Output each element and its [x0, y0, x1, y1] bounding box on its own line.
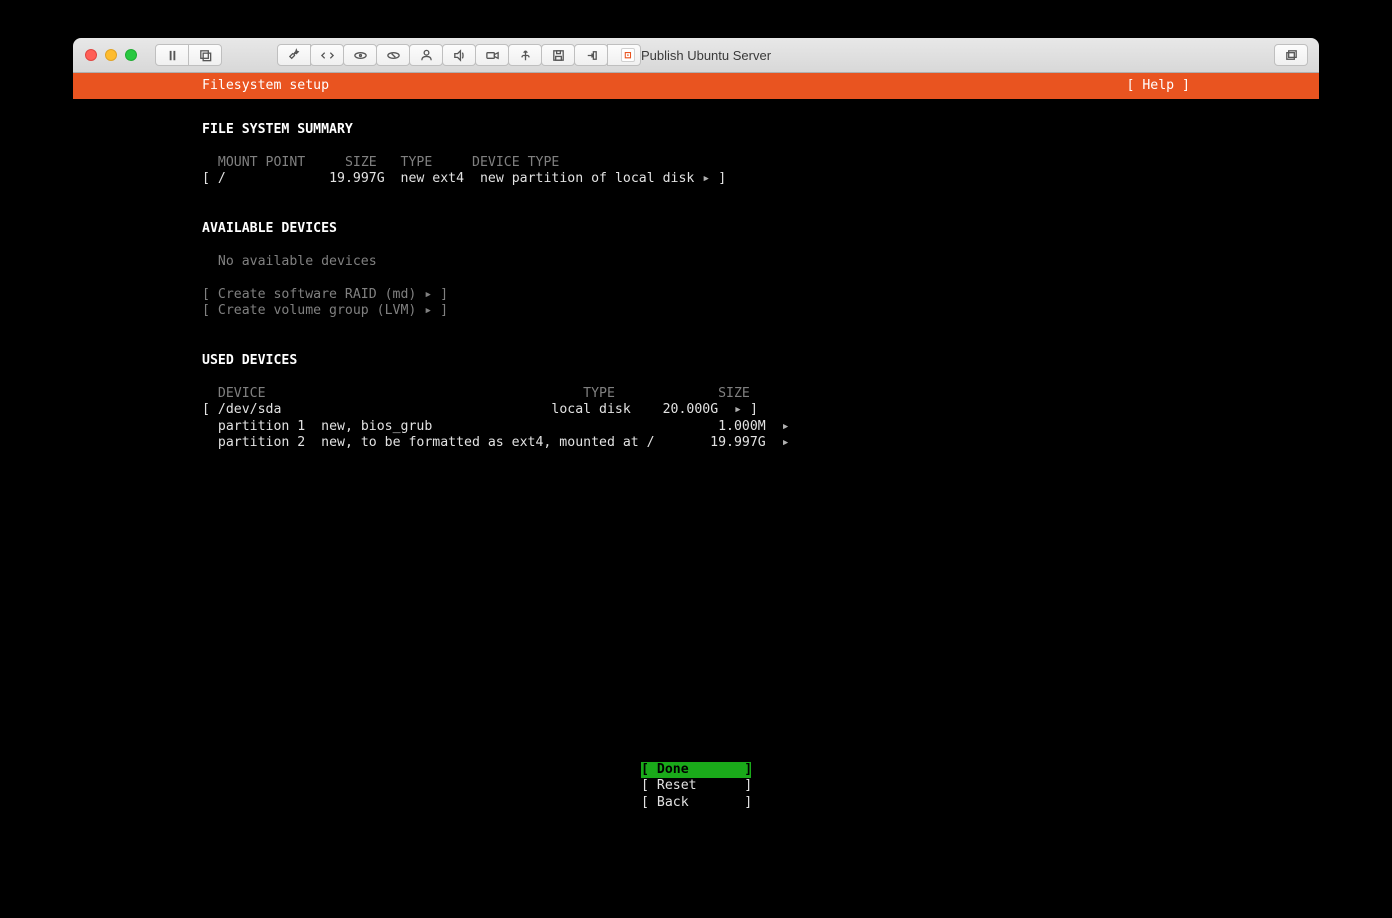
usb-icon[interactable]: [508, 44, 542, 66]
wrench-icon[interactable]: [277, 44, 311, 66]
create-lvm-button[interactable]: [ Create volume group (LVM) ▸ ]: [202, 303, 448, 318]
camera-icon[interactable]: [475, 44, 509, 66]
user-icon[interactable]: [409, 44, 443, 66]
create-raid-button[interactable]: [ Create software RAID (md) ▸ ]: [202, 287, 448, 302]
used-row-part1[interactable]: partition 1 new, bios_grub 1.000M ▸: [202, 419, 790, 434]
col-devtype: DEVICE TYPE: [472, 155, 559, 170]
col-type: TYPE: [401, 155, 433, 170]
vm-window: ⊡ Publish Ubuntu Server Filesystem setup…: [73, 38, 1319, 823]
col-size: SIZE: [345, 155, 377, 170]
code-icon[interactable]: [310, 44, 344, 66]
toolbar-group-pause: [155, 44, 221, 66]
help-button[interactable]: [ Help ]: [1126, 78, 1190, 95]
bottom-buttons: [ Done ] [ Reset ] [ Back ]: [73, 762, 1319, 812]
pause-button[interactable]: [155, 44, 189, 66]
fs-summary-heading: FILE SYSTEM SUMMARY: [202, 122, 353, 137]
back-button[interactable]: [ Back ]: [641, 795, 751, 812]
toolbar-group-tools: [277, 44, 640, 66]
close-window-button[interactable]: [85, 49, 97, 61]
col-device: DEVICE: [218, 386, 266, 401]
col-mount: MOUNT POINT: [218, 155, 305, 170]
used-heading: USED DEVICES: [202, 353, 297, 368]
snapshot-button[interactable]: [188, 44, 222, 66]
installer-header: Filesystem setup [ Help ]: [73, 73, 1319, 99]
summary-row[interactable]: [ / 19.997G new ext4 new partition of lo…: [202, 171, 726, 186]
traffic-lights: [85, 49, 137, 61]
done-button[interactable]: [ Done ]: [641, 762, 751, 779]
col-size2: SIZE: [718, 386, 750, 401]
floppy-icon[interactable]: [541, 44, 575, 66]
installer-content: FILE SYSTEM SUMMARY MOUNT POINT SIZE TYP…: [73, 99, 1319, 452]
minimize-window-button[interactable]: [105, 49, 117, 61]
titlebar: ⊡ Publish Ubuntu Server: [73, 38, 1319, 73]
installer-title: Filesystem setup: [202, 78, 329, 95]
disk-icon[interactable]: [343, 44, 377, 66]
share-icon[interactable]: [574, 44, 608, 66]
available-heading: AVAILABLE DEVICES: [202, 221, 337, 236]
no-devices: No available devices: [218, 254, 377, 269]
window-title: ⊡ Publish Ubuntu Server: [621, 48, 771, 63]
multiwindow-icon[interactable]: [1274, 44, 1308, 66]
reset-button[interactable]: [ Reset ]: [641, 778, 751, 795]
toolbar-group-right: [1274, 44, 1307, 66]
fullscreen-window-button[interactable]: [125, 49, 137, 61]
col-type2: TYPE: [583, 386, 615, 401]
terminal[interactable]: Filesystem setup [ Help ] FILE SYSTEM SU…: [73, 73, 1319, 823]
used-row-part2[interactable]: partition 2 new, to be formatted as ext4…: [202, 435, 790, 450]
window-title-text: Publish Ubuntu Server: [641, 48, 771, 63]
app-badge-icon: ⊡: [621, 48, 635, 62]
disk2-icon[interactable]: [376, 44, 410, 66]
sound-icon[interactable]: [442, 44, 476, 66]
used-row-sda[interactable]: [ /dev/sda local disk 20.000G ▸ ]: [202, 402, 758, 417]
